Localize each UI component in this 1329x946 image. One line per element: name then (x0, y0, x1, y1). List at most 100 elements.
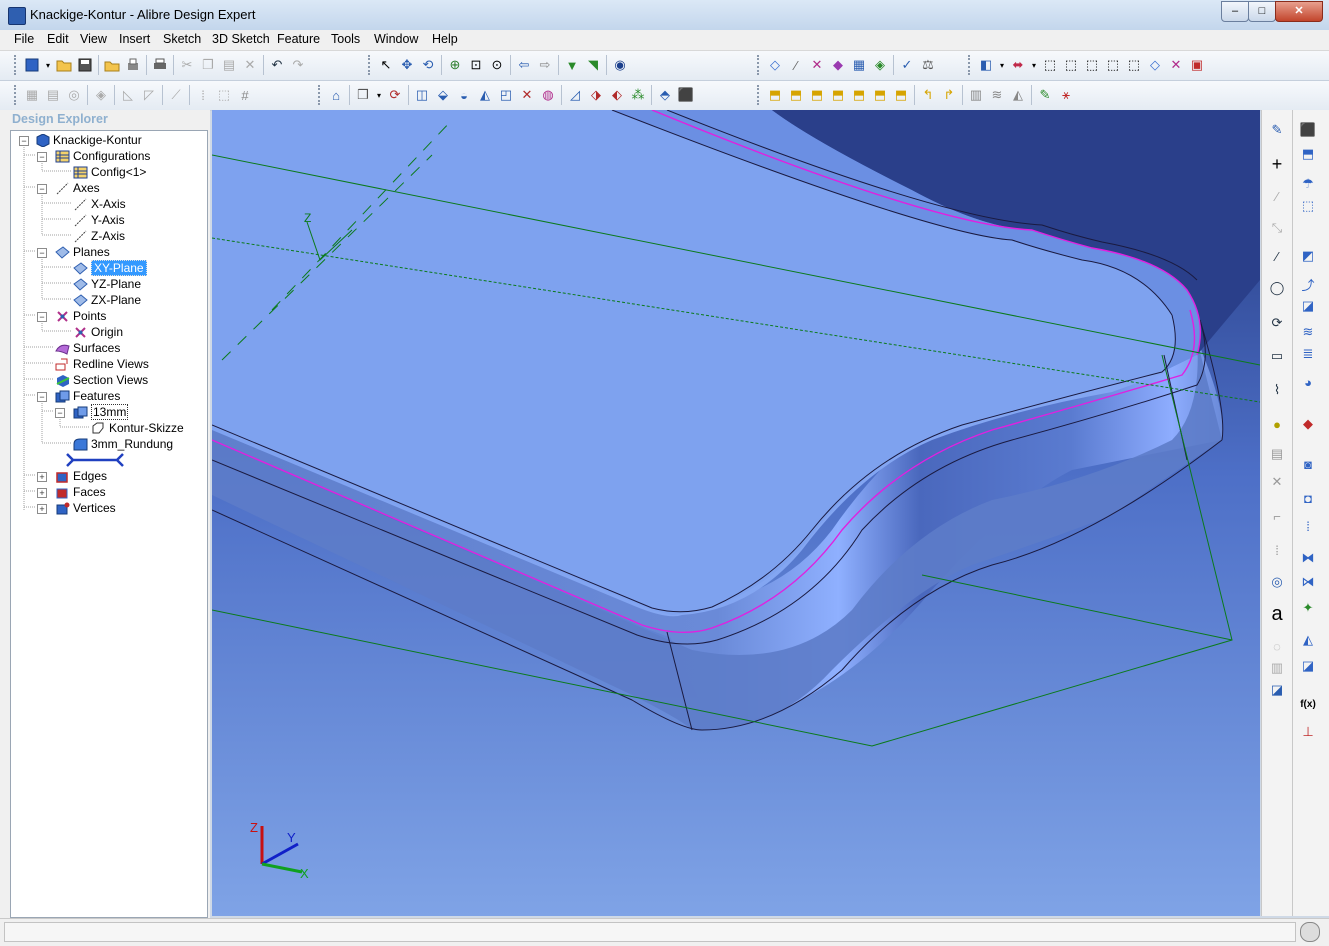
menu-sketch[interactable]: Sketch (163, 32, 201, 46)
equation-icon[interactable]: f(x) (1299, 696, 1317, 712)
menu-view[interactable]: View (80, 32, 107, 46)
tool-icon[interactable]: ◺ (118, 85, 138, 105)
dropdown-arrow-icon[interactable]: ▾ (374, 85, 384, 105)
trim-icon[interactable]: ✕ (1268, 474, 1286, 490)
spline-icon[interactable]: ⌇ (1268, 382, 1286, 398)
close-button[interactable]: ✕ (1275, 1, 1323, 22)
tree-node-origin[interactable]: Origin (73, 324, 123, 340)
filter-edges-icon[interactable]: ⬚ (1040, 55, 1060, 75)
tree-node-edges[interactable]: Edges (55, 468, 107, 484)
cut-feature-icon[interactable]: ◆ (1299, 416, 1317, 432)
filter-planes-icon[interactable]: ⬚ (1124, 55, 1144, 75)
tool-icon[interactable]: ◎ (64, 85, 84, 105)
section-view-icon[interactable]: ▥ (966, 85, 986, 105)
split-feature-icon[interactable]: ⧒ (1299, 574, 1317, 590)
tool-icon[interactable]: ◸ (139, 85, 159, 105)
tree-node-zx-plane[interactable]: ZX-Plane (73, 292, 141, 308)
fillet-icon[interactable]: ◒ (454, 85, 474, 105)
eraser-icon[interactable]: ◭ (1008, 85, 1028, 105)
tree-node-y-axis[interactable]: Y-Axis (73, 212, 125, 228)
tree-node-z-axis[interactable]: Z-Axis (73, 228, 125, 244)
tree-node-yz-plane[interactable]: YZ-Plane (73, 276, 141, 292)
zoom-in-icon[interactable]: ⊕ (445, 55, 465, 75)
pattern-icon[interactable]: ⁂ (628, 85, 648, 105)
bottom-view-icon[interactable]: ⬒ (870, 85, 890, 105)
save-icon[interactable] (75, 55, 95, 75)
fillet-sketch-icon[interactable]: ⌐ (1268, 508, 1286, 524)
new-part-icon[interactable] (22, 55, 42, 75)
menu-help[interactable]: Help (432, 32, 458, 46)
next-view-icon[interactable]: ⇨ (535, 55, 555, 75)
cube-icon[interactable]: ⬚ (1299, 198, 1317, 214)
pattern-sketch-icon[interactable]: ⁞ (1268, 542, 1286, 558)
mirror-icon[interactable]: ⬖ (607, 85, 627, 105)
tolerance-icon[interactable]: ✎ (1035, 85, 1055, 105)
mass-properties-icon[interactable]: ⚖ (918, 55, 938, 75)
menu-3d-sketch[interactable]: 3D Sketch (212, 32, 270, 46)
activate-sketch-icon[interactable]: ⌂ (326, 85, 346, 105)
sweep-feature-icon[interactable]: ⤴ (1299, 276, 1317, 293)
tool-icon[interactable]: ▤ (43, 85, 63, 105)
revolve-icon[interactable]: ⟳ (385, 85, 405, 105)
redo-icon[interactable]: ↷ (288, 55, 308, 75)
tree-node-13mm[interactable]: 13mm (73, 404, 129, 420)
select-arrow-icon[interactable]: ↖ (376, 55, 396, 75)
tree-node-kontur-skizze[interactable]: Kontur-Skizze (91, 420, 184, 436)
thicken-icon[interactable]: ⬘ (655, 85, 675, 105)
compass-icon[interactable]: ⚹ (1056, 85, 1076, 105)
tree-node-points[interactable]: Points (55, 308, 106, 324)
open-folder-icon[interactable] (54, 55, 74, 75)
grid-icon[interactable]: # (235, 85, 255, 105)
minimize-button[interactable]: – (1221, 1, 1249, 22)
mirror-feature-icon[interactable]: ⧓ (1299, 550, 1317, 566)
sketch-activate-icon[interactable]: ✎ (1268, 122, 1286, 138)
inspect-icon[interactable]: ◥ (583, 55, 603, 75)
tree-node-planes[interactable]: Planes (55, 244, 110, 260)
copy-icon[interactable]: ❐ (198, 55, 218, 75)
app-icon[interactable] (8, 7, 26, 25)
print-preview-icon[interactable] (123, 55, 143, 75)
back-view-icon[interactable]: ⬒ (786, 85, 806, 105)
toolbar-grip[interactable] (318, 85, 323, 105)
previous-view-icon[interactable]: ⇦ (514, 55, 534, 75)
print-icon[interactable] (150, 55, 170, 75)
rotate-icon[interactable]: ⟲ (418, 55, 438, 75)
helix-icon[interactable]: ≋ (1299, 324, 1317, 340)
insert-point-icon[interactable]: ✕ (807, 55, 827, 75)
menu-insert[interactable]: Insert (119, 32, 150, 46)
explode-icon[interactable]: ≋ (987, 85, 1007, 105)
expand-toggle[interactable]: + (37, 472, 47, 482)
cut-icon[interactable]: ✂ (177, 55, 197, 75)
top-view-icon[interactable]: ⬒ (849, 85, 869, 105)
model-canvas[interactable]: Z (212, 110, 1260, 916)
fillet-feature-icon[interactable]: ◕ (1299, 374, 1317, 390)
scale-feature-icon[interactable]: ◪ (1299, 658, 1317, 674)
loft-icon[interactable]: ⬙ (433, 85, 453, 105)
paste-icon[interactable]: ▤ (219, 55, 239, 75)
mirror-sketch-icon[interactable]: ◌ (1268, 638, 1286, 654)
measure-icon[interactable]: ▼ (562, 55, 582, 75)
target-icon[interactable]: ◎ (1268, 574, 1286, 590)
tree-node-xy-plane[interactable]: XY-Plane (73, 260, 147, 276)
tool-icon[interactable]: ◈ (91, 85, 111, 105)
tree-node-faces[interactable]: Faces (55, 484, 106, 500)
sketch-point-icon[interactable]: ● (1268, 416, 1286, 432)
maximize-button[interactable]: □ (1248, 1, 1276, 22)
check-design-icon[interactable]: ✓ (897, 55, 917, 75)
chamfer-icon[interactable]: ◭ (475, 85, 495, 105)
dropdown-arrow-icon[interactable]: ▾ (997, 55, 1007, 75)
collapse-toggle[interactable]: − (37, 152, 47, 162)
hole-icon[interactable]: ◍ (538, 85, 558, 105)
pattern-feature-icon[interactable]: ⁞ (1299, 518, 1317, 534)
toolbar-grip[interactable] (368, 55, 373, 75)
toolbar-grip[interactable] (757, 55, 762, 75)
tree-node-axes[interactable]: Axes (55, 180, 100, 196)
offset-icon[interactable]: ⁄ (1268, 188, 1286, 204)
shell-icon[interactable]: ◰ (496, 85, 516, 105)
iso-view-icon[interactable]: ⬒ (891, 85, 911, 105)
filter-points-icon[interactable]: ✕ (1166, 55, 1186, 75)
tree-node-redline-views[interactable]: Redline Views (55, 356, 149, 372)
rotate-right-icon[interactable]: ↱ (939, 85, 959, 105)
collapse-toggle[interactable]: − (37, 312, 47, 322)
toolbar-grip[interactable] (757, 85, 762, 105)
